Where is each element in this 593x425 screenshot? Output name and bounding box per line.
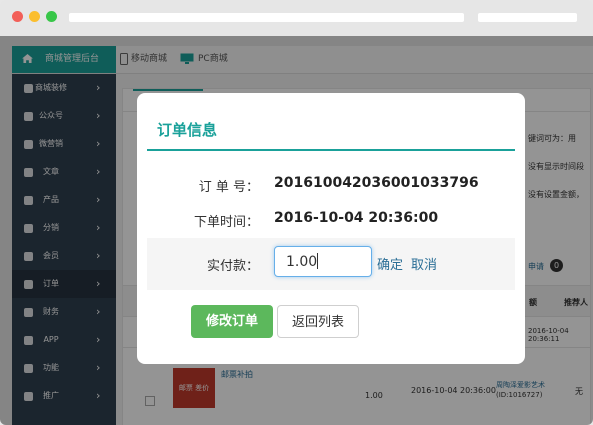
search-bar[interactable] — [478, 13, 577, 22]
window-titlebar — [0, 0, 593, 36]
modal-title: 订单信息 — [157, 121, 218, 139]
back-to-list-button[interactable]: 返回列表 — [277, 305, 359, 338]
modify-order-button[interactable]: 修改订单 — [191, 305, 273, 338]
order-number-label: 订 单 号： — [198, 180, 259, 195]
paid-amount-row: 实付款： 1.00 确定 取消 — [147, 238, 515, 290]
maximize-window-dot[interactable] — [46, 11, 57, 22]
confirm-link[interactable]: 确定 — [377, 254, 403, 273]
address-bar[interactable] — [69, 13, 464, 22]
title-divider — [147, 149, 515, 151]
paid-amount-value: 1.00 — [286, 254, 318, 270]
order-time-value: 2016-10-04 20:36:00 — [274, 210, 439, 226]
cancel-link[interactable]: 取消 — [411, 254, 437, 273]
minimize-window-dot[interactable] — [29, 11, 40, 22]
order-time-label: 下单时间： — [193, 215, 259, 230]
close-window-dot[interactable] — [12, 11, 23, 22]
paid-amount-input[interactable]: 1.00 — [274, 246, 372, 277]
order-info-modal: 订单信息 订 单 号： 20161004203600103379​6 下单时间：… — [137, 93, 525, 364]
order-number-value: 20161004203600103379​6 — [274, 175, 479, 191]
paid-amount-label: 实付款： — [206, 259, 259, 274]
browser-window: 商城管理后台 移动商城 PC商城 商城装修 › 公众号 › 微营销 › 文章 › 产品 ›… — [0, 0, 593, 425]
text-cursor — [317, 253, 319, 269]
